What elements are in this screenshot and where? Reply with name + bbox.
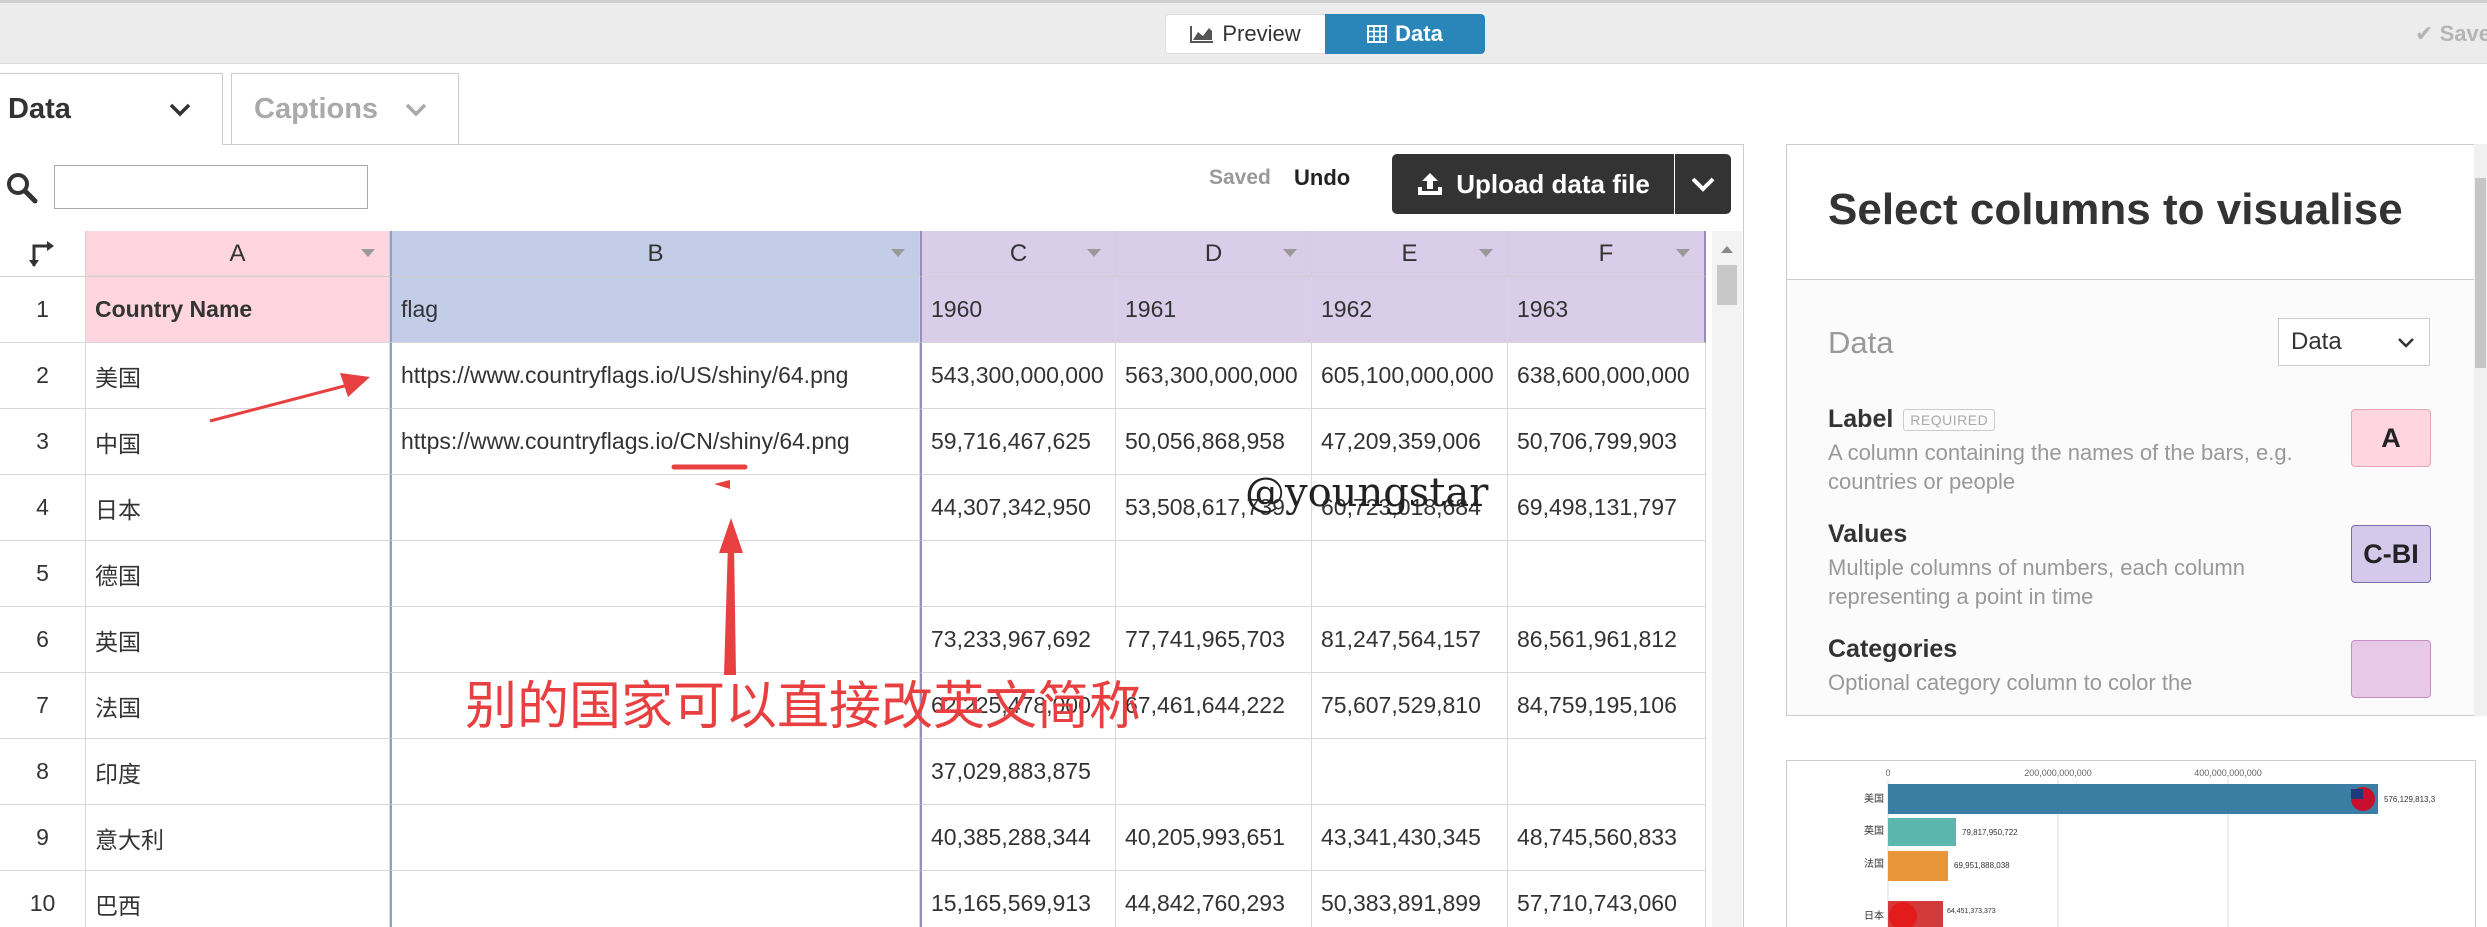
arrow-icon [724, 543, 736, 675]
arrow-head-icon [340, 373, 370, 397]
tab-data-label: Data [8, 92, 71, 125]
watermark: @youngstar [1245, 470, 1489, 516]
small-arrow-icon [714, 480, 730, 489]
arrow-icon [209, 382, 353, 423]
tab-data[interactable]: Data [0, 73, 223, 145]
annotation-overlay [209, 373, 748, 675]
chevron-down-icon [169, 103, 191, 117]
annotation-note: 别的国家可以直接改英文简称 [465, 678, 1142, 736]
arrow-head-icon [719, 518, 743, 553]
